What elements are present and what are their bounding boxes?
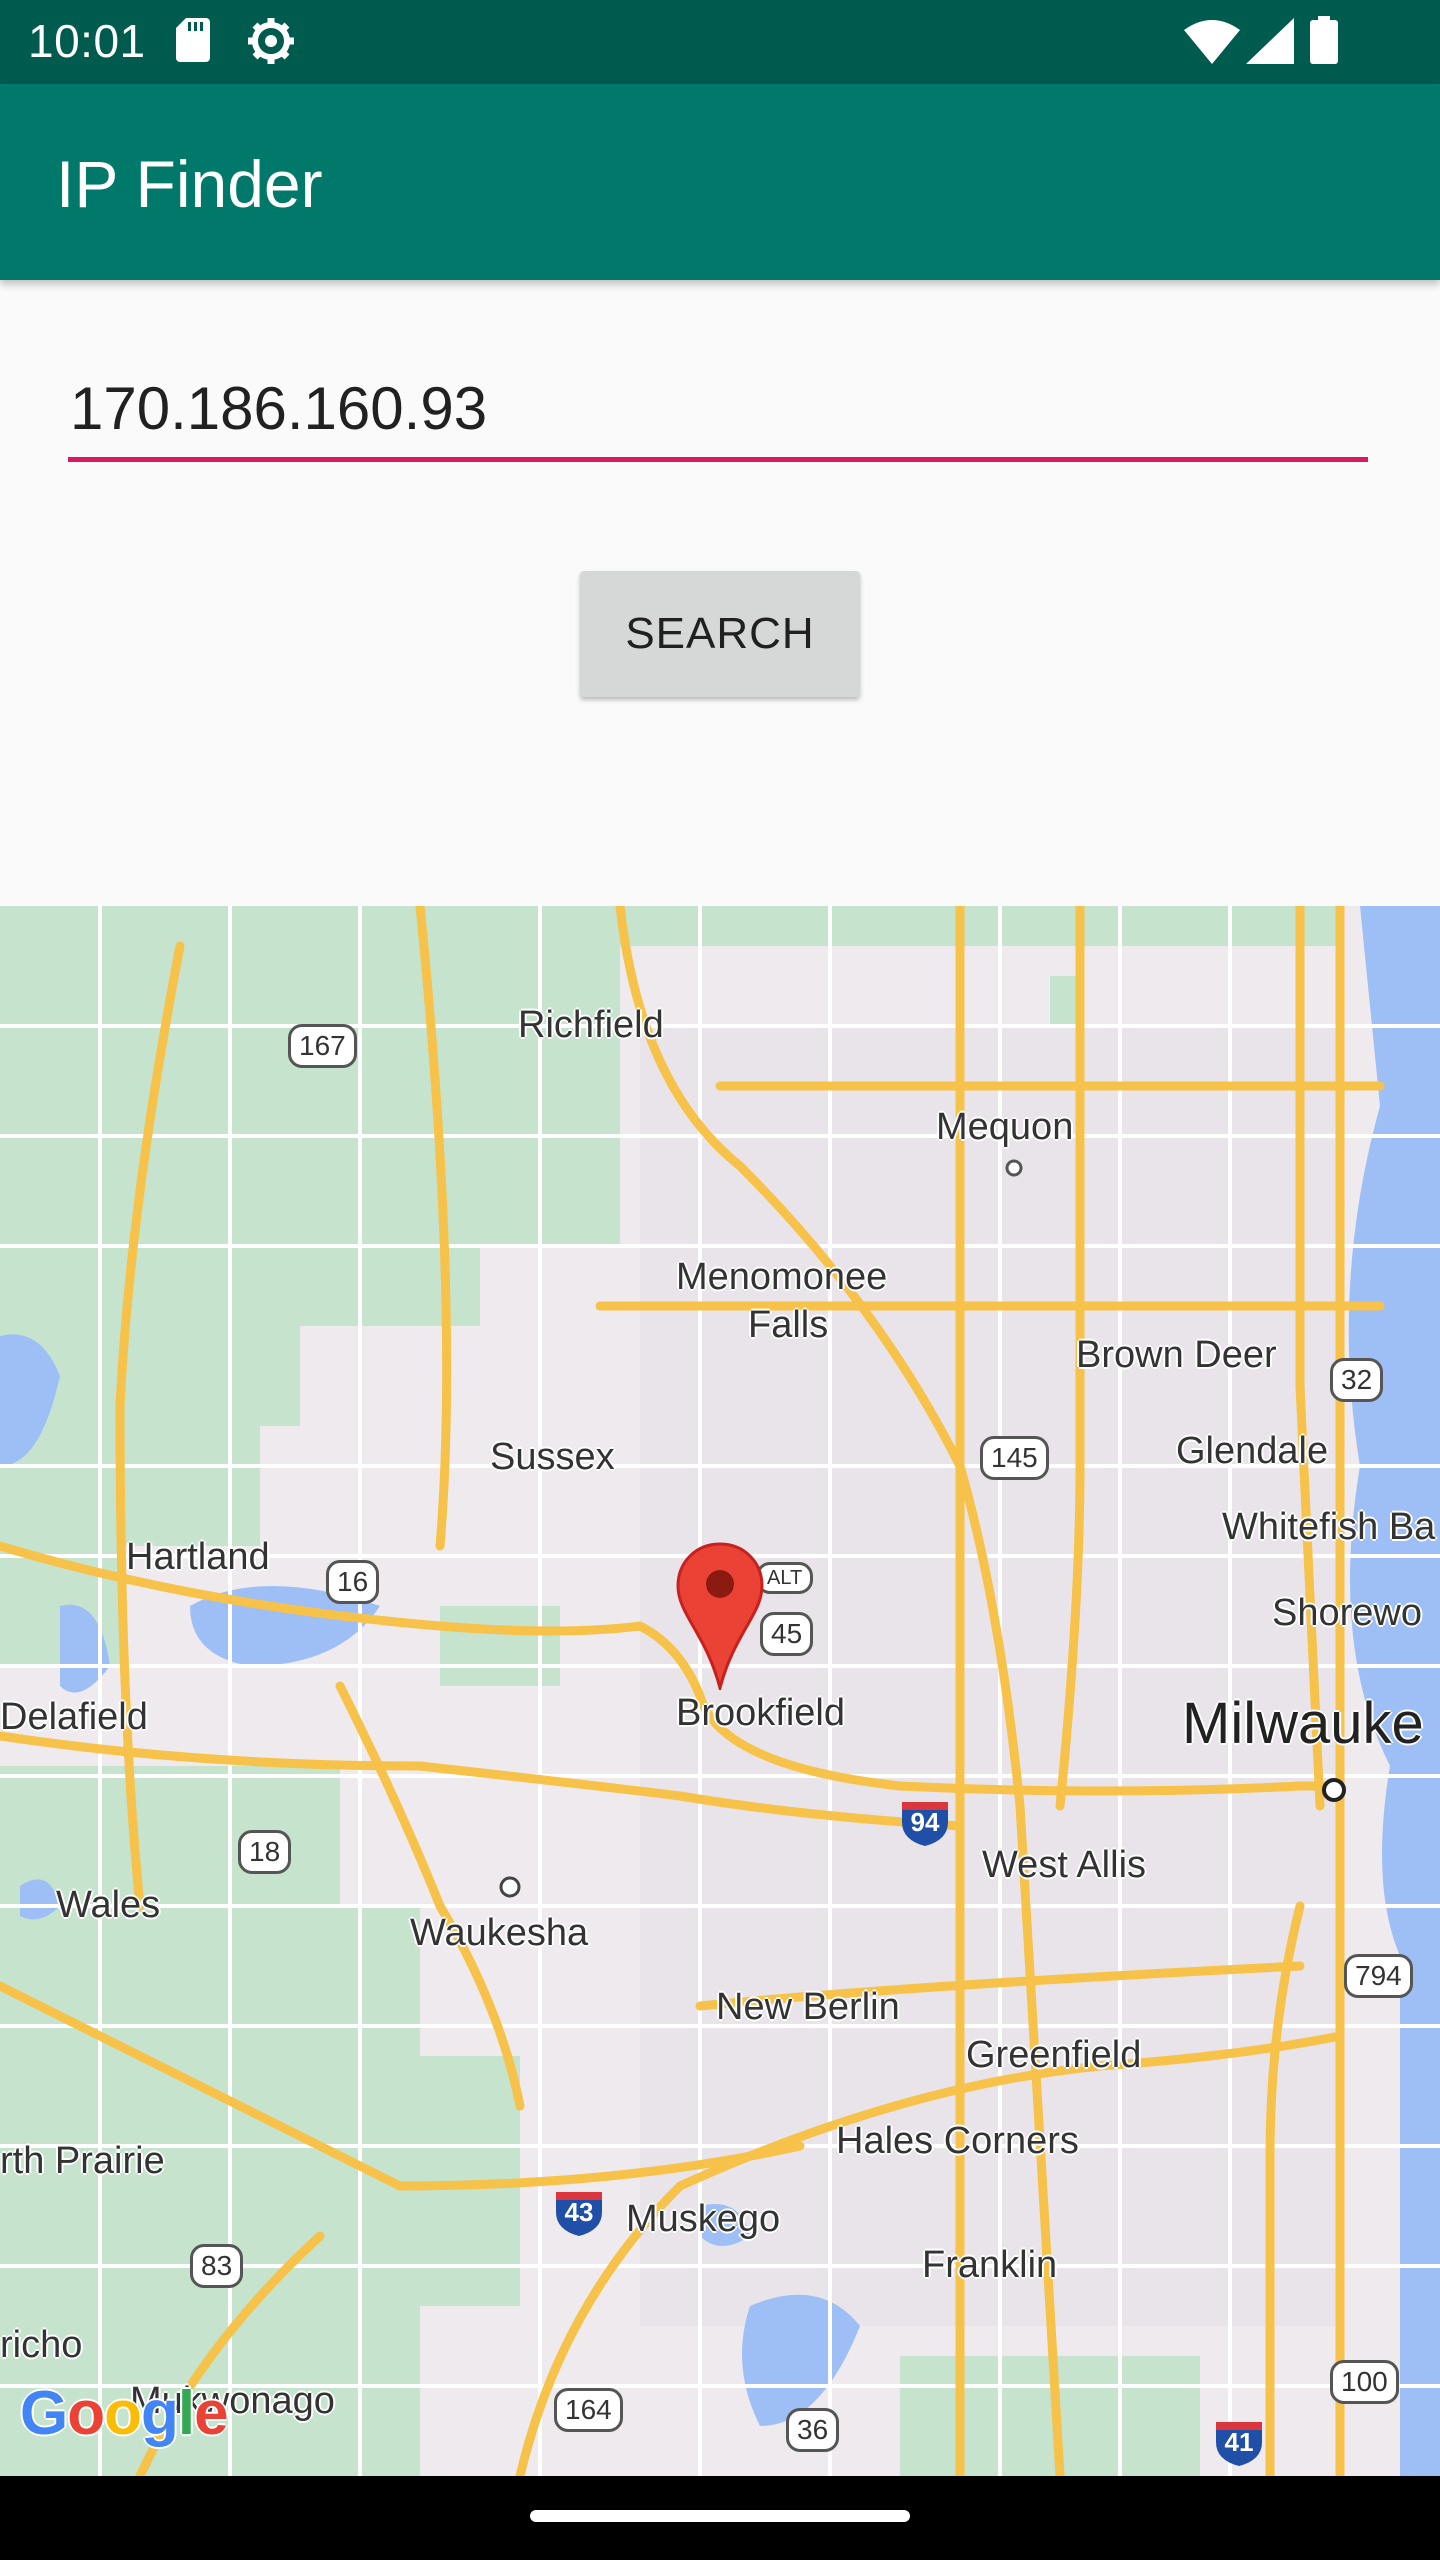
route-shield-32: 32 <box>1330 1358 1384 1402</box>
route-shield-164: 164 <box>554 2388 623 2432</box>
interstate-94-label: 94 <box>910 1807 940 1837</box>
signal-icon <box>1246 18 1294 64</box>
route-shield-83: 83 <box>190 2244 244 2288</box>
app-bar: IP Finder <box>0 84 1440 280</box>
ip-address-input[interactable] <box>68 370 1368 462</box>
interstate-41-label: 41 <box>1224 2427 1254 2457</box>
interstate-shield-94: 94 <box>900 1794 950 1846</box>
home-gesture-handle[interactable] <box>530 2510 910 2522</box>
interstate-shield-41: 41 <box>1214 2414 1264 2466</box>
map-view[interactable]: Richfield Mequon Menomonee Falls Brown D… <box>0 906 1440 2476</box>
interstate-shield-43: 43 <box>554 2184 604 2236</box>
route-shield-45: 45 <box>760 1612 814 1656</box>
route-shield-145: 145 <box>980 1436 1049 1480</box>
route-shield-16: 16 <box>326 1560 380 1604</box>
app-title: IP Finder <box>56 147 323 221</box>
wifi-icon <box>1184 20 1240 64</box>
town-dots <box>499 1159 1346 1898</box>
battery-icon <box>1310 16 1338 64</box>
route-shield-100: 100 <box>1330 2360 1399 2404</box>
interstate-43-label: 43 <box>564 2197 594 2227</box>
route-shield-36: 36 <box>786 2408 840 2452</box>
sd-card-icon <box>176 18 210 62</box>
google-logo: Google <box>20 2379 229 2448</box>
status-time: 10:01 <box>28 15 146 67</box>
location-pin-icon[interactable] <box>676 1542 764 1690</box>
status-bar: 10:01 <box>0 0 1440 84</box>
route-shield-794: 794 <box>1344 1954 1413 1998</box>
route-shield-18: 18 <box>238 1830 292 1874</box>
gear-icon <box>248 18 294 64</box>
search-button[interactable]: SEARCH <box>580 571 860 697</box>
route-shield-alt: ALT <box>756 1562 814 1594</box>
route-shield-167: 167 <box>288 1024 357 1068</box>
